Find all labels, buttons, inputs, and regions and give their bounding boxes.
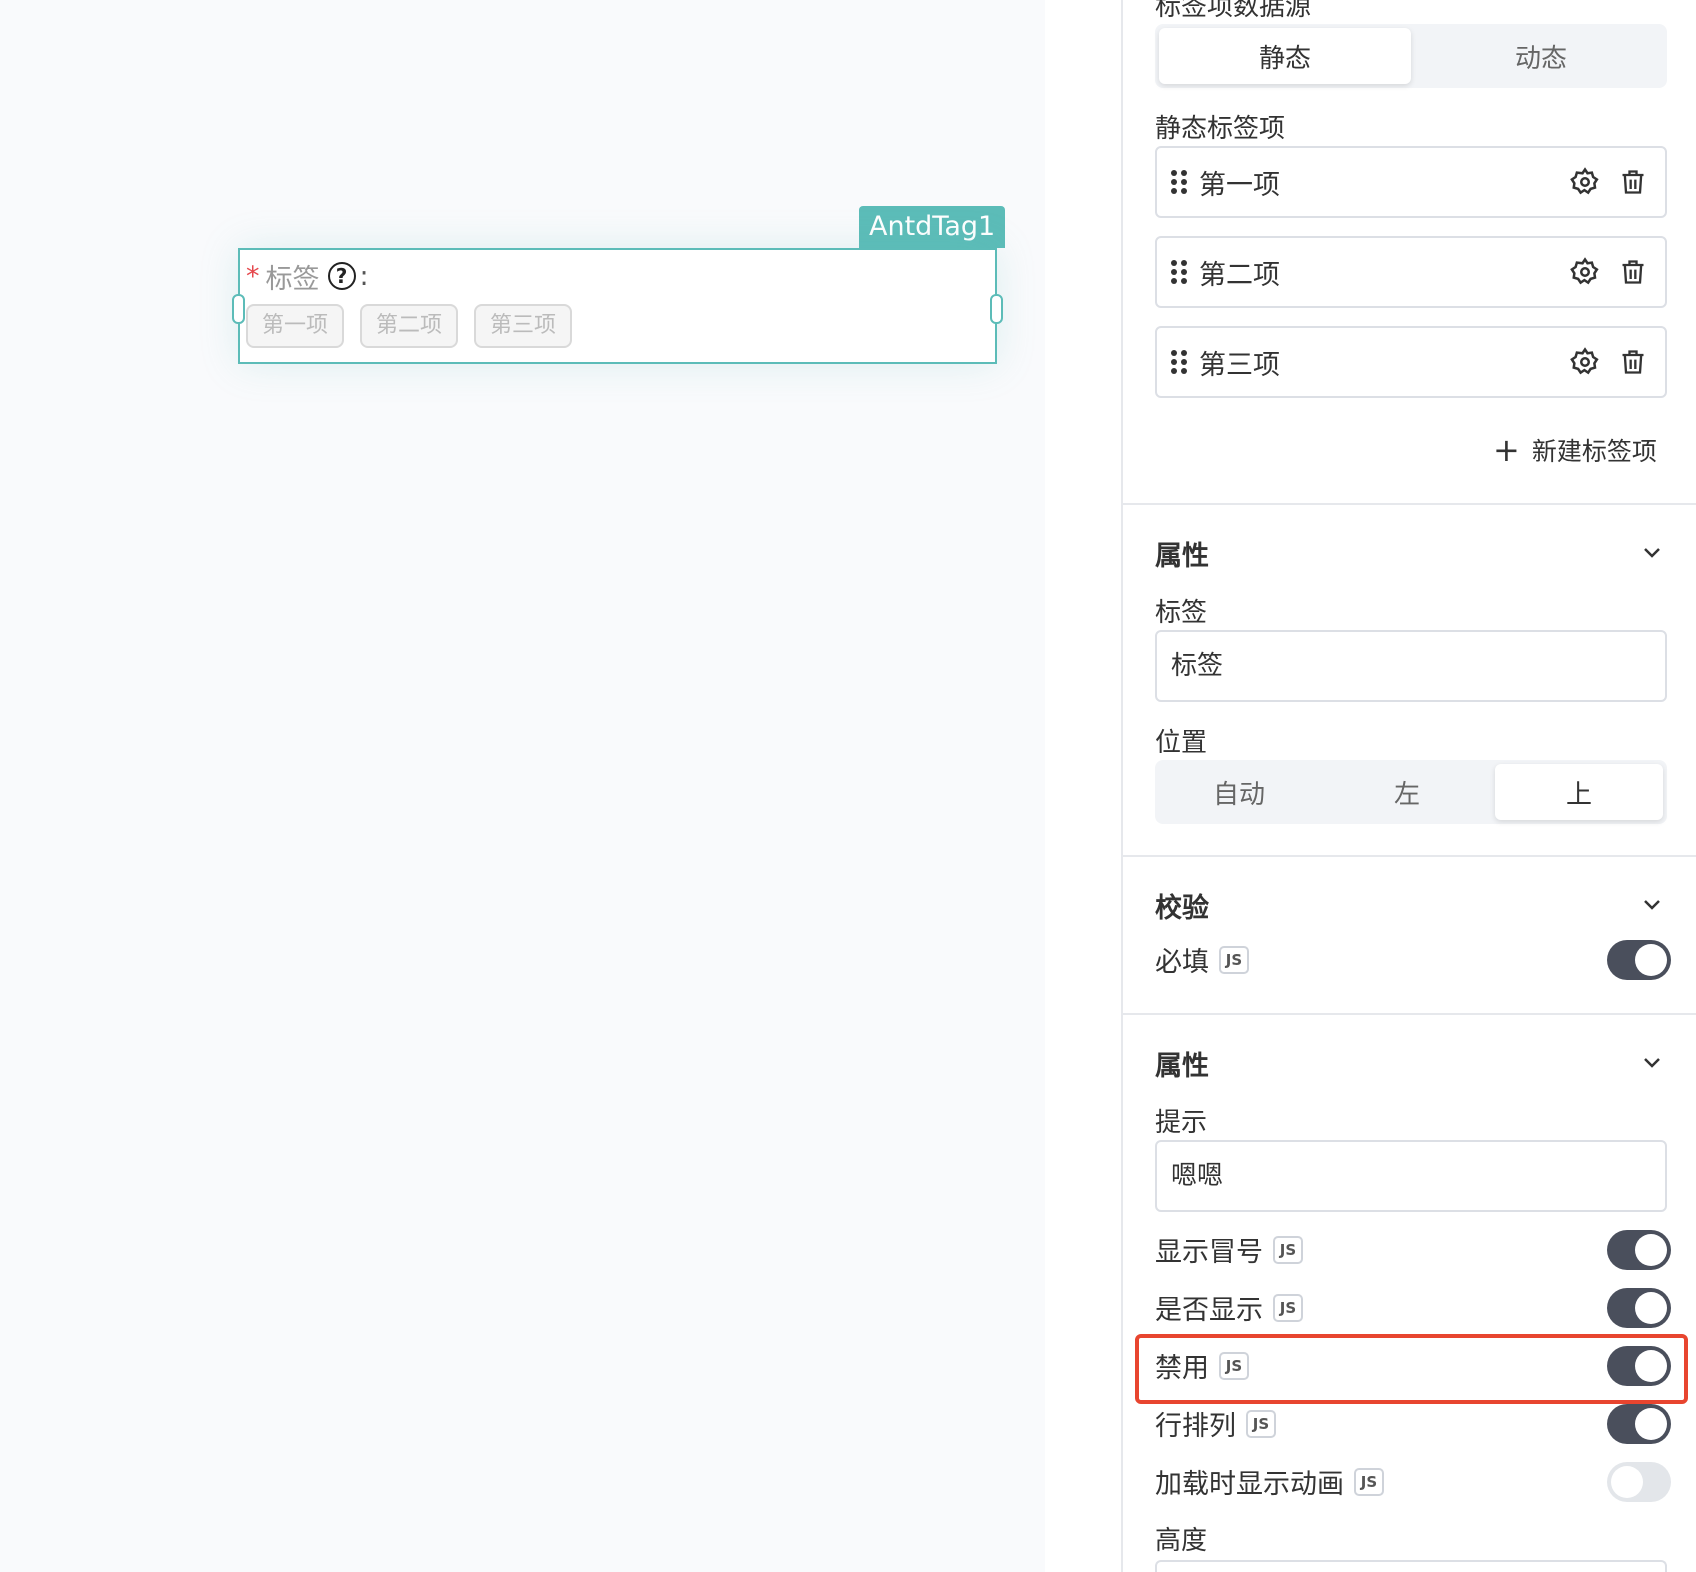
drag-handle-icon[interactable] <box>1171 260 1187 284</box>
height-input[interactable] <box>1155 1560 1667 1572</box>
js-badge[interactable]: JS <box>1273 1293 1303 1322</box>
static-item-label: 第二项 <box>1199 259 1280 291</box>
show-colon-row: 显示冒号 JS <box>1155 1230 1303 1269</box>
row-layout-label: 行排列 <box>1155 1411 1236 1442</box>
tooltip-label: 提示 <box>1155 1108 1208 1138</box>
position-left-option[interactable]: 左 <box>1323 760 1491 824</box>
position-top-option[interactable]: 上 <box>1495 764 1663 820</box>
datasource-static-option[interactable]: 静态 <box>1159 28 1411 84</box>
static-items-label: 静态标签项 <box>1155 114 1286 144</box>
datasource-segmented: 静态 动态 <box>1155 24 1667 88</box>
chevron-down-icon[interactable] <box>1640 540 1664 564</box>
tooltip-input[interactable]: 嗯嗯 <box>1155 1140 1667 1212</box>
add-item-label: 新建标签项 <box>1531 437 1657 466</box>
js-badge[interactable]: JS <box>1354 1467 1384 1496</box>
widget-label-row: * 标签 ? : <box>246 256 369 296</box>
chevron-down-icon[interactable] <box>1640 892 1664 916</box>
widget-tag-list: 第一项 第二项 第三项 <box>246 304 573 348</box>
trash-icon[interactable] <box>1617 256 1649 288</box>
highlight-box <box>1135 1334 1688 1404</box>
datasource-label: 标签项数据源 <box>1155 0 1312 22</box>
row-layout-toggle[interactable] <box>1607 1404 1671 1444</box>
static-item[interactable]: 第二项 <box>1155 236 1667 308</box>
height-label: 高度 <box>1155 1526 1208 1556</box>
add-item-button[interactable]: + 新建标签项 <box>1493 432 1657 468</box>
section-divider <box>1123 855 1696 857</box>
label-colon: : <box>359 260 369 292</box>
help-icon[interactable]: ? <box>327 262 356 290</box>
section-divider <box>1123 503 1696 505</box>
resize-handle-right[interactable] <box>990 294 1003 324</box>
widget-tag: 第二项 <box>360 304 459 348</box>
widget-tag: 第三项 <box>474 304 573 348</box>
label-input[interactable]: 标签 <box>1155 630 1667 702</box>
widget-label: 标签 <box>265 263 320 295</box>
row-layout-row: 行排列 JS <box>1155 1404 1276 1443</box>
required-star: * <box>246 260 260 292</box>
loading-animation-label: 加载时显示动画 <box>1155 1469 1344 1500</box>
canvas-gutter <box>1045 0 1121 1572</box>
static-item[interactable]: 第一项 <box>1155 146 1667 218</box>
trash-icon[interactable] <box>1617 166 1649 198</box>
visible-row: 是否显示 JS <box>1155 1288 1303 1327</box>
loading-animation-row: 加载时显示动画 JS <box>1155 1462 1384 1501</box>
position-auto-option[interactable]: 自动 <box>1155 760 1323 824</box>
plus-icon: + <box>1493 431 1520 469</box>
static-item-label: 第三项 <box>1199 349 1280 381</box>
loading-animation-toggle[interactable] <box>1607 1462 1671 1502</box>
show-colon-toggle[interactable] <box>1607 1230 1671 1270</box>
static-item[interactable]: 第三项 <box>1155 326 1667 398</box>
required-label: 必填 <box>1155 947 1209 978</box>
trash-icon[interactable] <box>1617 346 1649 378</box>
tag-widget[interactable]: * 标签 ? : 第一项 第二项 第三项 <box>232 248 1003 364</box>
static-item-label: 第一项 <box>1199 169 1280 201</box>
section-divider <box>1123 1013 1696 1015</box>
visible-label: 是否显示 <box>1155 1295 1263 1326</box>
position-label: 位置 <box>1155 728 1208 758</box>
visible-toggle[interactable] <box>1607 1288 1671 1328</box>
show-colon-label: 显示冒号 <box>1155 1237 1263 1268</box>
editor-canvas[interactable]: AntdTag1 * 标签 ? : 第一项 第二项 第三项 <box>0 0 1045 1572</box>
label-field-label: 标签 <box>1155 598 1208 628</box>
js-badge[interactable]: JS <box>1246 1409 1276 1438</box>
required-toggle[interactable] <box>1607 940 1671 980</box>
datasource-dynamic-option[interactable]: 动态 <box>1415 24 1667 88</box>
gear-icon[interactable] <box>1569 166 1601 198</box>
widget-tag: 第一项 <box>246 304 345 348</box>
resize-handle-left[interactable] <box>232 294 245 324</box>
widget-name-badge[interactable]: AntdTag1 <box>859 206 1006 248</box>
gear-icon[interactable] <box>1569 256 1601 288</box>
section-title-props-2[interactable]: 属性 <box>1155 1044 1209 1083</box>
drag-handle-icon[interactable] <box>1171 350 1187 374</box>
js-badge[interactable]: JS <box>1273 1235 1303 1264</box>
section-title-validation[interactable]: 校验 <box>1155 886 1209 925</box>
gear-icon[interactable] <box>1569 346 1601 378</box>
required-row: 必填 JS <box>1155 940 1249 979</box>
position-segmented: 自动 左 上 <box>1155 760 1667 824</box>
chevron-down-icon[interactable] <box>1640 1050 1664 1074</box>
js-badge[interactable]: JS <box>1219 945 1249 974</box>
section-title-props[interactable]: 属性 <box>1155 534 1209 573</box>
drag-handle-icon[interactable] <box>1171 170 1187 194</box>
